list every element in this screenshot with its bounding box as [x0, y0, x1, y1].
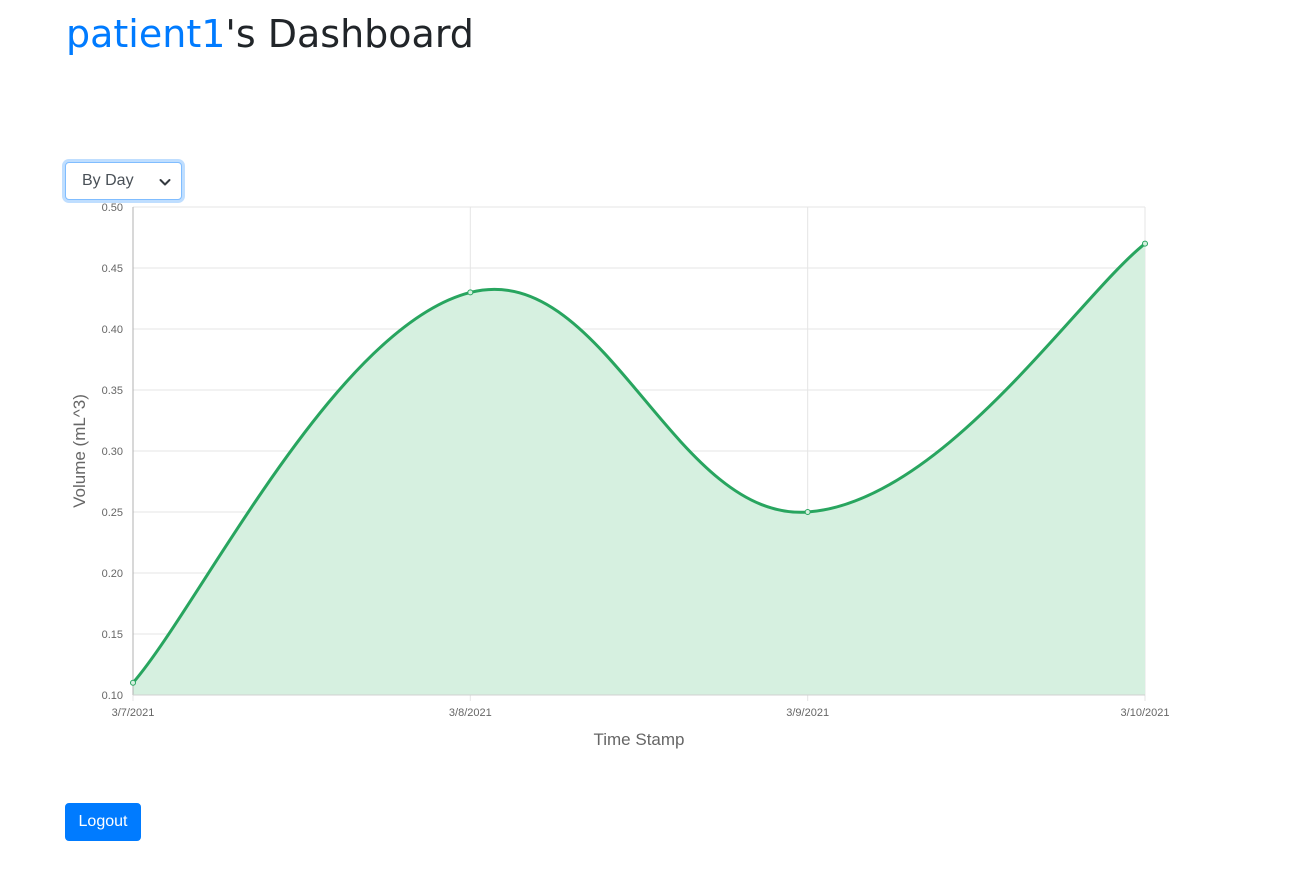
x-tick-label: 3/10/2021: [1121, 707, 1170, 719]
volume-chart-svg: 0.10 0.15 0.20 0.25 0.30 0.35 0.40 0.45 0.50 3/7/…: [70, 202, 1170, 749]
range-select-value: By Day: [82, 172, 134, 189]
y-tick-label: 0.25: [102, 507, 123, 519]
chevron-down-icon: [159, 175, 171, 187]
logout-button[interactable]: Logout: [65, 803, 141, 841]
volume-chart: 0.10 0.15 0.20 0.25 0.30 0.35 0.40 0.45 0.50 3/7/…: [0, 0, 1296, 894]
series-area-fill: [133, 243, 1145, 695]
y-axis-title: Volume (mL^3): [70, 394, 89, 508]
range-select[interactable]: By Day: [65, 162, 182, 200]
x-tick-label: 3/8/2021: [449, 707, 492, 719]
series-line: [131, 242, 1146, 684]
chart-area-layer: [131, 242, 1146, 695]
y-tick-label: 0.40: [102, 324, 123, 336]
data-point: [1142, 240, 1148, 247]
username-label: patient1: [66, 12, 226, 56]
x-axis-title: Time Stamp: [593, 730, 684, 749]
chart-grid: [132, 206, 1146, 701]
data-point: [804, 509, 811, 515]
y-tick-label: 0.30: [102, 446, 123, 458]
y-tick-label: 0.20: [102, 568, 123, 580]
y-tick-label: 0.10: [102, 690, 123, 702]
page-title: patient1's Dashboard: [66, 12, 474, 58]
x-tick-label: 3/9/2021: [786, 707, 829, 719]
page-title-suffix: 's Dashboard: [225, 12, 474, 56]
chart-axes: [132, 207, 1145, 696]
data-point: [130, 679, 136, 686]
x-tick-label: 3/7/2021: [112, 707, 155, 719]
data-point: [467, 289, 474, 296]
y-tick-label: 0.45: [102, 263, 123, 275]
chart-tick-labels: 0.10 0.15 0.20 0.25 0.30 0.35 0.40 0.45 0.50 3/7/…: [102, 202, 1170, 719]
y-tick-label: 0.35: [102, 385, 123, 397]
y-tick-label: 0.50: [102, 202, 123, 214]
chart-points: [130, 240, 1148, 686]
y-tick-label: 0.15: [102, 629, 123, 641]
